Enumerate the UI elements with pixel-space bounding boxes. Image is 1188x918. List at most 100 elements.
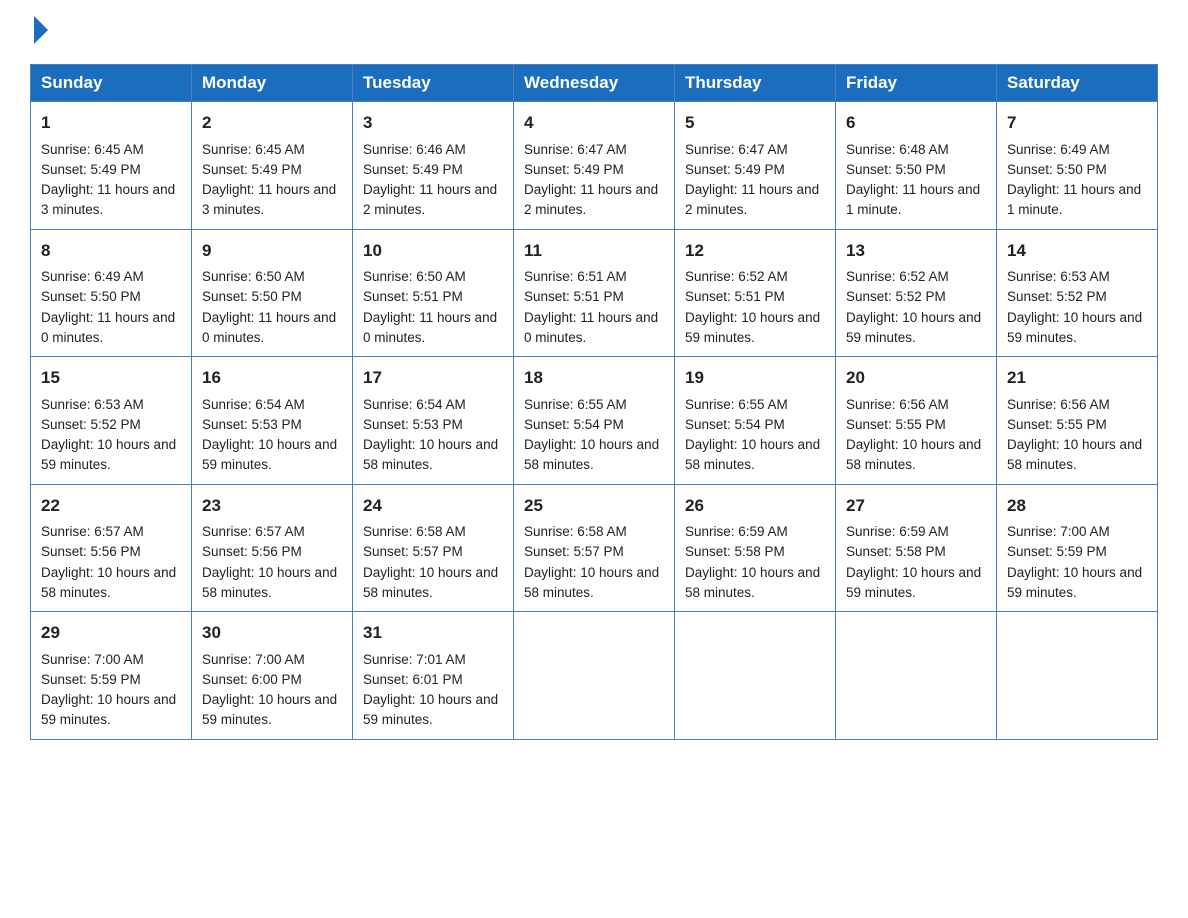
day-number: 1 xyxy=(41,110,181,136)
day-number: 30 xyxy=(202,620,342,646)
sunrise-text: Sunrise: 7:00 AM xyxy=(1007,524,1110,539)
daylight-text: Daylight: 10 hours and 58 minutes. xyxy=(685,437,820,472)
daylight-text: Daylight: 10 hours and 59 minutes. xyxy=(363,692,498,727)
daylight-text: Daylight: 11 hours and 2 minutes. xyxy=(524,182,658,217)
day-number: 26 xyxy=(685,493,825,519)
day-number: 22 xyxy=(41,493,181,519)
calendar-cell xyxy=(675,612,836,740)
daylight-text: Daylight: 11 hours and 2 minutes. xyxy=(363,182,497,217)
sunset-text: Sunset: 5:51 PM xyxy=(363,289,463,304)
calendar-cell: 19 Sunrise: 6:55 AM Sunset: 5:54 PM Dayligh… xyxy=(675,357,836,485)
calendar-cell: 11Sunrise: 6:51 AMSunset: 5:51 PMDayligh… xyxy=(514,229,675,357)
calendar-week-1: 1 Sunrise: 6:45 AM Sunset: 5:49 PM Daylight… xyxy=(31,102,1158,230)
calendar-cell: 16Sunrise: 6:54 AMSunset: 5:53 PMDayligh… xyxy=(192,357,353,485)
day-number: 23 xyxy=(202,493,342,519)
sunset-text: Sunset: 5:55 PM xyxy=(846,417,946,432)
sunset-text: Sunset: 5:50 PM xyxy=(846,162,946,177)
calendar-week-2: 8Sunrise: 6:49 AMSunset: 5:50 PMDaylight… xyxy=(31,229,1158,357)
daylight-text: Daylight: 10 hours and 58 minutes. xyxy=(685,565,820,600)
sunset-text: Sunset: 5:54 PM xyxy=(524,417,624,432)
page-header xyxy=(30,20,1158,44)
sunrise-text: Sunrise: 6:59 AM xyxy=(685,524,788,539)
daylight-text: Daylight: 10 hours and 59 minutes. xyxy=(41,437,176,472)
calendar-cell: 18Sunrise: 6:55 AMSunset: 5:54 PMDayligh… xyxy=(514,357,675,485)
sunset-text: Sunset: 5:49 PM xyxy=(363,162,463,177)
calendar-cell: 6Sunrise: 6:48 AMSunset: 5:50 PMDaylight… xyxy=(836,102,997,230)
day-header-sunday: Sunday xyxy=(31,65,192,102)
sunrise-text: Sunrise: 6:58 AM xyxy=(524,524,627,539)
day-number: 19 xyxy=(685,365,825,391)
day-header-wednesday: Wednesday xyxy=(514,65,675,102)
sunset-text: Sunset: 5:51 PM xyxy=(685,289,785,304)
calendar-cell xyxy=(514,612,675,740)
daylight-text: Daylight: 11 hours and 0 minutes. xyxy=(524,310,658,345)
day-header-tuesday: Tuesday xyxy=(353,65,514,102)
day-number: 27 xyxy=(846,493,986,519)
day-number: 12 xyxy=(685,238,825,264)
day-number: 29 xyxy=(41,620,181,646)
daylight-text: Daylight: 10 hours and 59 minutes. xyxy=(685,310,820,345)
logo-arrow-icon xyxy=(34,16,48,44)
sunset-text: Sunset: 5:49 PM xyxy=(524,162,624,177)
sunrise-text: Sunrise: 6:45 AM xyxy=(41,142,144,157)
sunrise-text: Sunrise: 6:50 AM xyxy=(363,269,466,284)
day-header-monday: Monday xyxy=(192,65,353,102)
daylight-text: Daylight: 11 hours and 3 minutes. xyxy=(41,182,175,217)
day-header-saturday: Saturday xyxy=(997,65,1158,102)
calendar-cell: 27Sunrise: 6:59 AMSunset: 5:58 PMDayligh… xyxy=(836,484,997,612)
day-header-thursday: Thursday xyxy=(675,65,836,102)
sunrise-text: Sunrise: 6:57 AM xyxy=(202,524,305,539)
sunrise-text: Sunrise: 6:45 AM xyxy=(202,142,305,157)
calendar-cell: 7Sunrise: 6:49 AMSunset: 5:50 PMDaylight… xyxy=(997,102,1158,230)
logo xyxy=(30,20,48,44)
daylight-text: Daylight: 11 hours and 1 minute. xyxy=(1007,182,1141,217)
day-number: 17 xyxy=(363,365,503,391)
calendar-cell: 31Sunrise: 7:01 AMSunset: 6:01 PMDayligh… xyxy=(353,612,514,740)
sunrise-text: Sunrise: 6:57 AM xyxy=(41,524,144,539)
calendar-week-4: 22 Sunrise: 6:57 AM Sunset: 5:56 PM Dayligh… xyxy=(31,484,1158,612)
sunset-text: Sunset: 5:53 PM xyxy=(363,417,463,432)
day-number: 14 xyxy=(1007,238,1147,264)
sunset-text: Sunset: 5:54 PM xyxy=(685,417,785,432)
sunset-text: Sunset: 5:57 PM xyxy=(524,544,624,559)
calendar-cell: 24Sunrise: 6:58 AMSunset: 5:57 PMDayligh… xyxy=(353,484,514,612)
day-number: 2 xyxy=(202,110,342,136)
calendar-header-row: SundayMondayTuesdayWednesdayThursdayFrid… xyxy=(31,65,1158,102)
day-number: 25 xyxy=(524,493,664,519)
daylight-text: Daylight: 10 hours and 58 minutes. xyxy=(363,437,498,472)
daylight-text: Daylight: 10 hours and 59 minutes. xyxy=(846,565,981,600)
calendar-cell: 25Sunrise: 6:58 AMSunset: 5:57 PMDayligh… xyxy=(514,484,675,612)
day-number: 15 xyxy=(41,365,181,391)
sunset-text: Sunset: 5:52 PM xyxy=(1007,289,1107,304)
sunrise-text: Sunrise: 6:46 AM xyxy=(363,142,466,157)
sunset-text: Sunset: 5:59 PM xyxy=(41,672,141,687)
daylight-text: Daylight: 10 hours and 58 minutes. xyxy=(41,565,176,600)
calendar-cell xyxy=(997,612,1158,740)
sunrise-text: Sunrise: 7:00 AM xyxy=(41,652,144,667)
sunrise-text: Sunrise: 7:00 AM xyxy=(202,652,305,667)
sunrise-text: Sunrise: 6:52 AM xyxy=(685,269,788,284)
calendar-week-3: 15Sunrise: 6:53 AMSunset: 5:52 PMDayligh… xyxy=(31,357,1158,485)
sunset-text: Sunset: 5:58 PM xyxy=(685,544,785,559)
sunset-text: Sunset: 5:58 PM xyxy=(846,544,946,559)
day-number: 18 xyxy=(524,365,664,391)
calendar-cell: 1 Sunrise: 6:45 AM Sunset: 5:49 PM Daylight… xyxy=(31,102,192,230)
calendar-cell: 2Sunrise: 6:45 AMSunset: 5:49 PMDaylight… xyxy=(192,102,353,230)
sunset-text: Sunset: 5:49 PM xyxy=(41,162,141,177)
sunset-text: Sunset: 5:56 PM xyxy=(202,544,302,559)
sunset-text: Sunset: 5:49 PM xyxy=(685,162,785,177)
sunset-text: Sunset: 6:01 PM xyxy=(363,672,463,687)
sunrise-text: Sunrise: 6:55 AM xyxy=(685,397,788,412)
sunrise-text: Sunrise: 6:54 AM xyxy=(363,397,466,412)
calendar-cell: 10Sunrise: 6:50 AMSunset: 5:51 PMDayligh… xyxy=(353,229,514,357)
calendar-cell: 14Sunrise: 6:53 AMSunset: 5:52 PMDayligh… xyxy=(997,229,1158,357)
sunrise-text: Sunrise: 6:50 AM xyxy=(202,269,305,284)
sunrise-text: Sunrise: 6:55 AM xyxy=(524,397,627,412)
calendar-cell: 22Sunrise: 6:57 AMSunset: 5:56 PMDayligh… xyxy=(31,484,192,612)
daylight-text: Daylight: 11 hours and 2 minutes. xyxy=(685,182,819,217)
sunrise-text: Sunrise: 6:56 AM xyxy=(846,397,949,412)
sunrise-text: Sunrise: 6:51 AM xyxy=(524,269,627,284)
sunset-text: Sunset: 5:55 PM xyxy=(1007,417,1107,432)
sunrise-text: Sunrise: 6:56 AM xyxy=(1007,397,1110,412)
day-number: 11 xyxy=(524,238,664,264)
